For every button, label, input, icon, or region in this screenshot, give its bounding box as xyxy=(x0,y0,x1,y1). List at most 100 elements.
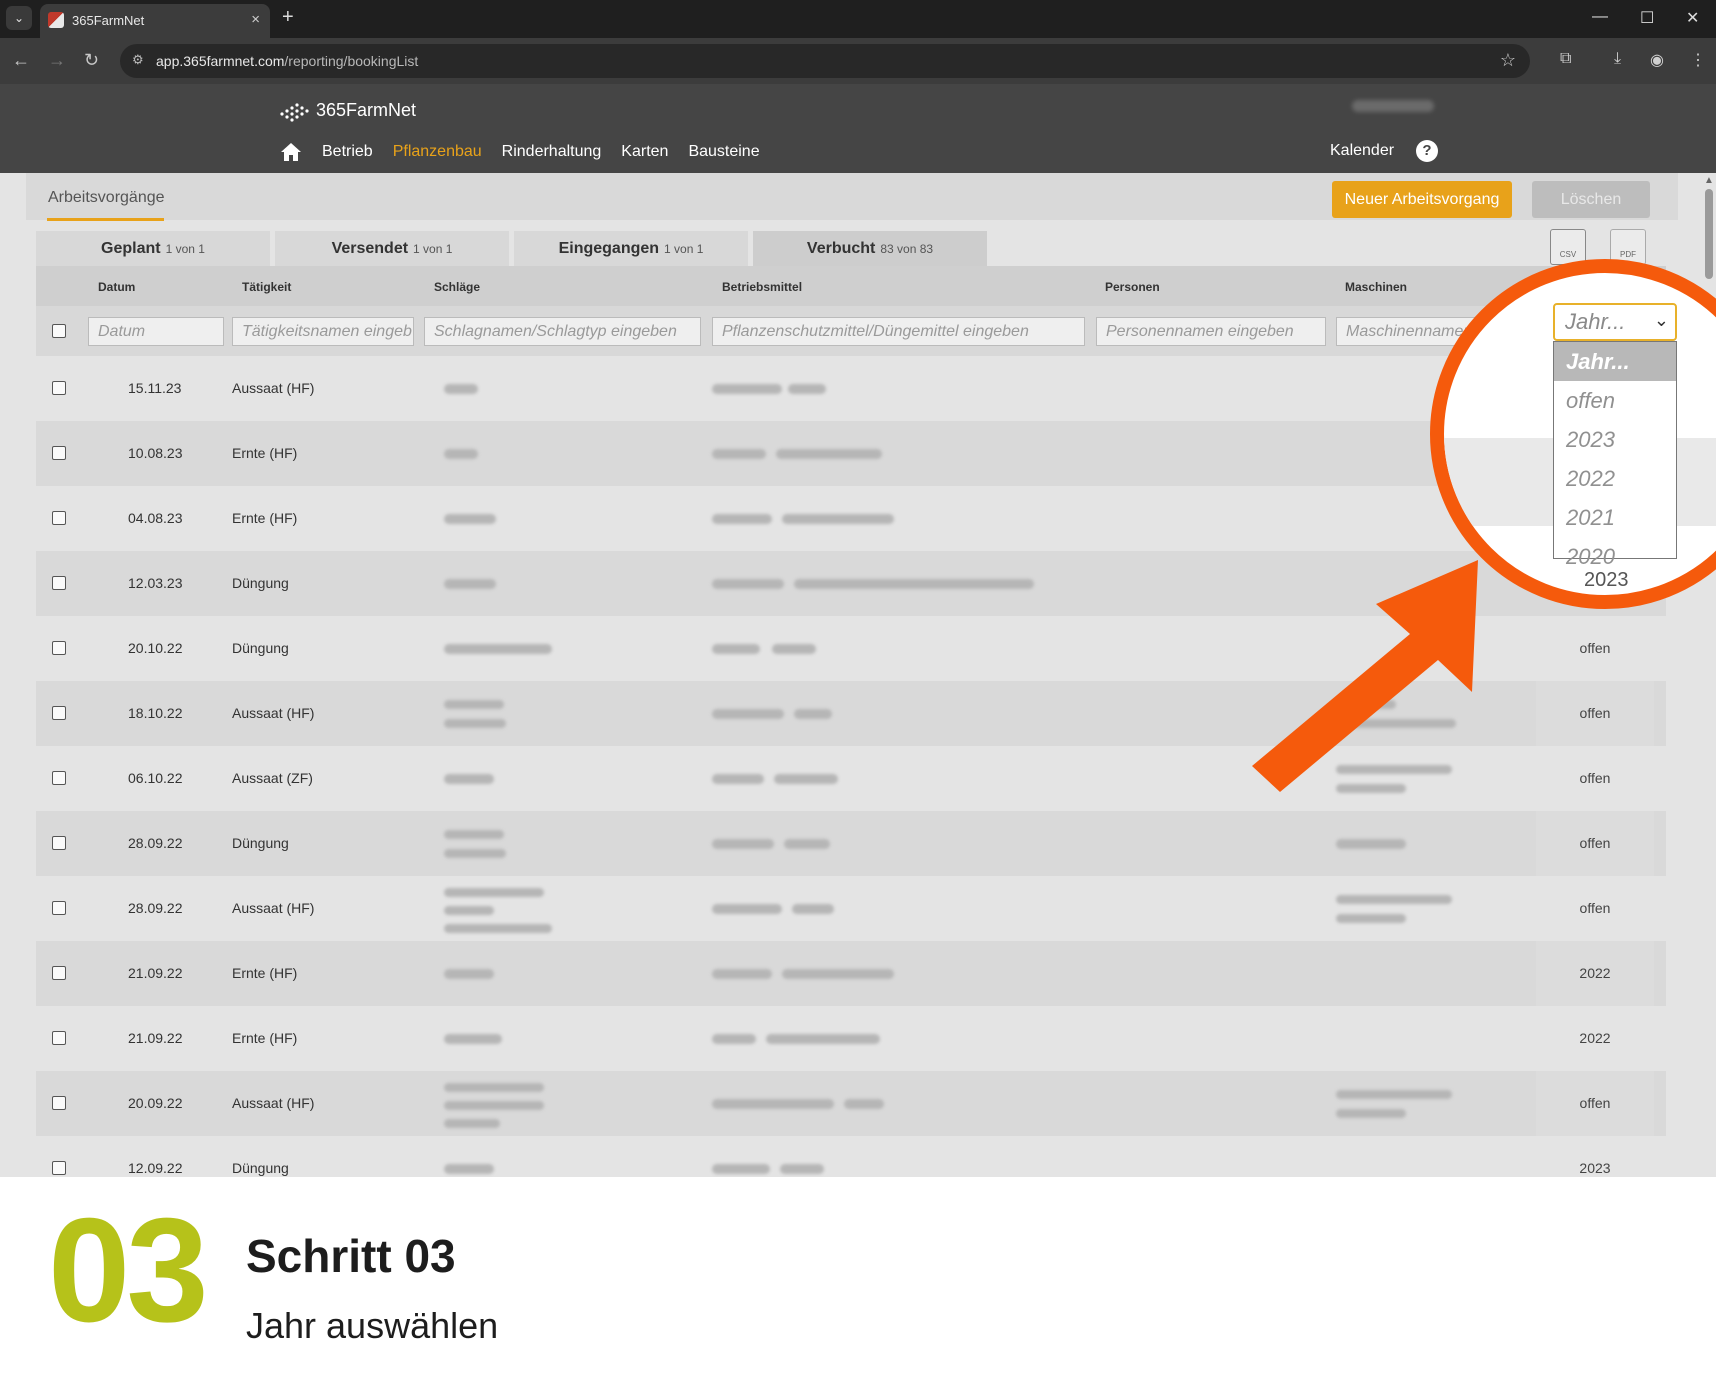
row-checkbox[interactable] xyxy=(52,966,66,980)
tab-verbucht[interactable]: Verbucht 83 von 83 xyxy=(753,231,987,266)
select-all-checkbox[interactable] xyxy=(52,324,66,338)
table-row[interactable]: 28.09.22 Düngung offen xyxy=(36,811,1666,876)
year-select[interactable]: Jahr... ⌄ xyxy=(1553,303,1677,341)
year-option[interactable]: 2022 xyxy=(1554,459,1676,498)
nav-kalender[interactable]: Kalender xyxy=(1330,142,1394,160)
row-checkbox[interactable] xyxy=(52,706,66,720)
nav-karten[interactable]: Karten xyxy=(621,143,668,161)
blurred-field xyxy=(444,514,496,524)
table-row[interactable]: 04.08.23 Ernte (HF) xyxy=(36,486,1666,551)
tab-search-chevron-icon[interactable]: ⌄ xyxy=(6,6,32,30)
resource-filter-input[interactable]: Pflanzenschutzmittel/Düngemittel eingebe… xyxy=(712,317,1085,346)
app-logo[interactable]: 365FarmNet xyxy=(278,100,416,122)
home-icon[interactable] xyxy=(280,142,302,162)
nav-betrieb[interactable]: Betrieb xyxy=(322,143,373,161)
table-row[interactable]: 12.09.22 Düngung 2023 xyxy=(36,1136,1666,1177)
year-dropdown-list: Jahr... offen 2023 2022 2021 2020 xyxy=(1553,341,1677,569)
row-checkbox[interactable] xyxy=(52,1031,66,1045)
table-row[interactable]: 10.08.23 Ernte (HF) xyxy=(36,421,1666,486)
row-date: 21.09.22 xyxy=(128,965,183,981)
page-header: Arbeitsvorgänge Neuer Arbeitsvorgang Lös… xyxy=(26,173,1678,221)
person-filter-input[interactable]: Personennamen eingeben xyxy=(1096,317,1326,346)
scrollbar-thumb[interactable] xyxy=(1705,189,1713,279)
blurred-field xyxy=(444,1119,500,1128)
year-option[interactable]: offen xyxy=(1554,381,1676,420)
url-bar[interactable]: ⚙ app.365farmnet.com/reporting/bookingLi… xyxy=(120,44,1530,78)
col-datum[interactable]: Datum xyxy=(98,280,135,294)
table-row[interactable]: 28.09.22 Aussaat (HF) offen xyxy=(36,876,1666,941)
row-checkbox[interactable] xyxy=(52,1096,66,1110)
row-activity: Ernte (HF) xyxy=(232,510,298,526)
bookmark-star-icon[interactable]: ☆ xyxy=(1500,50,1516,71)
row-checkbox[interactable] xyxy=(52,771,66,785)
blurred-field xyxy=(444,644,552,654)
row-checkbox[interactable] xyxy=(52,901,66,915)
year-option[interactable]: Jahr... xyxy=(1554,342,1676,381)
table-row[interactable]: 21.09.22 Ernte (HF) 2022 xyxy=(36,941,1666,1006)
blurred-field xyxy=(444,449,478,459)
row-status: offen xyxy=(1579,900,1611,916)
user-menu[interactable] xyxy=(1352,100,1434,112)
nav-pflanzenbau[interactable]: Pflanzenbau xyxy=(393,143,482,161)
col-personen[interactable]: Personen xyxy=(1105,280,1160,294)
tab-eingegangen[interactable]: Eingegangen 1 von 1 xyxy=(514,231,748,266)
forward-icon[interactable]: → xyxy=(48,50,66,71)
col-maschinen[interactable]: Maschinen xyxy=(1345,280,1407,294)
delete-button[interactable]: Löschen xyxy=(1532,181,1650,218)
blurred-machine xyxy=(1336,895,1452,904)
col-schlaege[interactable]: Schläge xyxy=(434,280,480,294)
table-row[interactable]: 20.09.22 Aussaat (HF) offen xyxy=(36,1071,1666,1136)
minimize-icon[interactable]: — xyxy=(1592,8,1608,26)
browser-tab[interactable]: 365FarmNet × xyxy=(40,4,270,38)
tab-geplant[interactable]: Geplant 1 von 1 xyxy=(36,231,270,266)
table-header: Datum Tätigkeit Schläge Betriebsmittel P… xyxy=(36,266,1666,306)
window-close-icon[interactable]: ✕ xyxy=(1686,8,1699,28)
row-activity: Aussaat (HF) xyxy=(232,380,315,396)
row-checkbox[interactable] xyxy=(52,381,66,395)
row-date: 10.08.23 xyxy=(128,445,183,461)
col-betriebsmittel[interactable]: Betriebsmittel xyxy=(722,280,802,294)
table-row[interactable]: 15.11.23 Aussaat (HF) xyxy=(36,356,1666,421)
row-checkbox[interactable] xyxy=(52,511,66,525)
page-title[interactable]: Arbeitsvorgänge xyxy=(48,189,165,207)
row-status: offen xyxy=(1536,811,1654,876)
blurred-field xyxy=(444,1164,494,1174)
download-icon[interactable]: ⤓ xyxy=(1614,50,1621,68)
site-info-icon[interactable]: ⚙ xyxy=(132,52,144,68)
date-filter-input[interactable]: Datum xyxy=(88,317,224,346)
tab-close-icon[interactable]: × xyxy=(251,11,260,28)
blurred-resource xyxy=(712,579,784,589)
row-checkbox[interactable] xyxy=(52,576,66,590)
blurred-machine xyxy=(1336,914,1406,923)
row-checkbox[interactable] xyxy=(52,1161,66,1175)
scroll-up-icon[interactable]: ▲ xyxy=(1704,175,1714,186)
year-option[interactable]: 2023 xyxy=(1554,420,1676,459)
new-tab-icon[interactable]: + xyxy=(282,6,294,29)
blurred-resource xyxy=(784,839,830,849)
extensions-icon[interactable]: ⧉ xyxy=(1560,50,1571,68)
blurred-machine xyxy=(1336,839,1406,849)
row-date: 15.11.23 xyxy=(128,380,182,396)
field-filter-input[interactable]: Schlagnamen/Schlagtyp eingeben xyxy=(424,317,701,346)
tab-versendet[interactable]: Versendet 1 von 1 xyxy=(275,231,509,266)
back-icon[interactable]: ← xyxy=(12,50,30,71)
new-booking-button[interactable]: Neuer Arbeitsvorgang xyxy=(1332,181,1512,218)
blurred-field xyxy=(444,1101,544,1110)
table-row[interactable]: 21.09.22 Ernte (HF) 2022 xyxy=(36,1006,1666,1071)
year-option[interactable]: 2021 xyxy=(1554,498,1676,537)
reload-icon[interactable]: ↻ xyxy=(84,50,99,71)
profile-icon[interactable]: ◉ xyxy=(1650,50,1664,70)
row-checkbox[interactable] xyxy=(52,446,66,460)
blurred-machine xyxy=(1336,1109,1406,1118)
row-checkbox[interactable] xyxy=(52,836,66,850)
help-icon[interactable]: ? xyxy=(1416,140,1438,162)
activity-filter-input[interactable]: Tätigkeitsnamen eingeb xyxy=(232,317,414,346)
col-taetigkeit[interactable]: Tätigkeit xyxy=(242,280,291,294)
nav-bausteine[interactable]: Bausteine xyxy=(688,143,759,161)
nav-rinderhaltung[interactable]: Rinderhaltung xyxy=(502,143,602,161)
blurred-field xyxy=(444,1034,502,1044)
row-status: 2022 xyxy=(1579,1030,1611,1046)
row-checkbox[interactable] xyxy=(52,641,66,655)
maximize-icon[interactable]: ☐ xyxy=(1640,8,1654,28)
browser-menu-icon[interactable]: ⋮ xyxy=(1690,50,1706,70)
